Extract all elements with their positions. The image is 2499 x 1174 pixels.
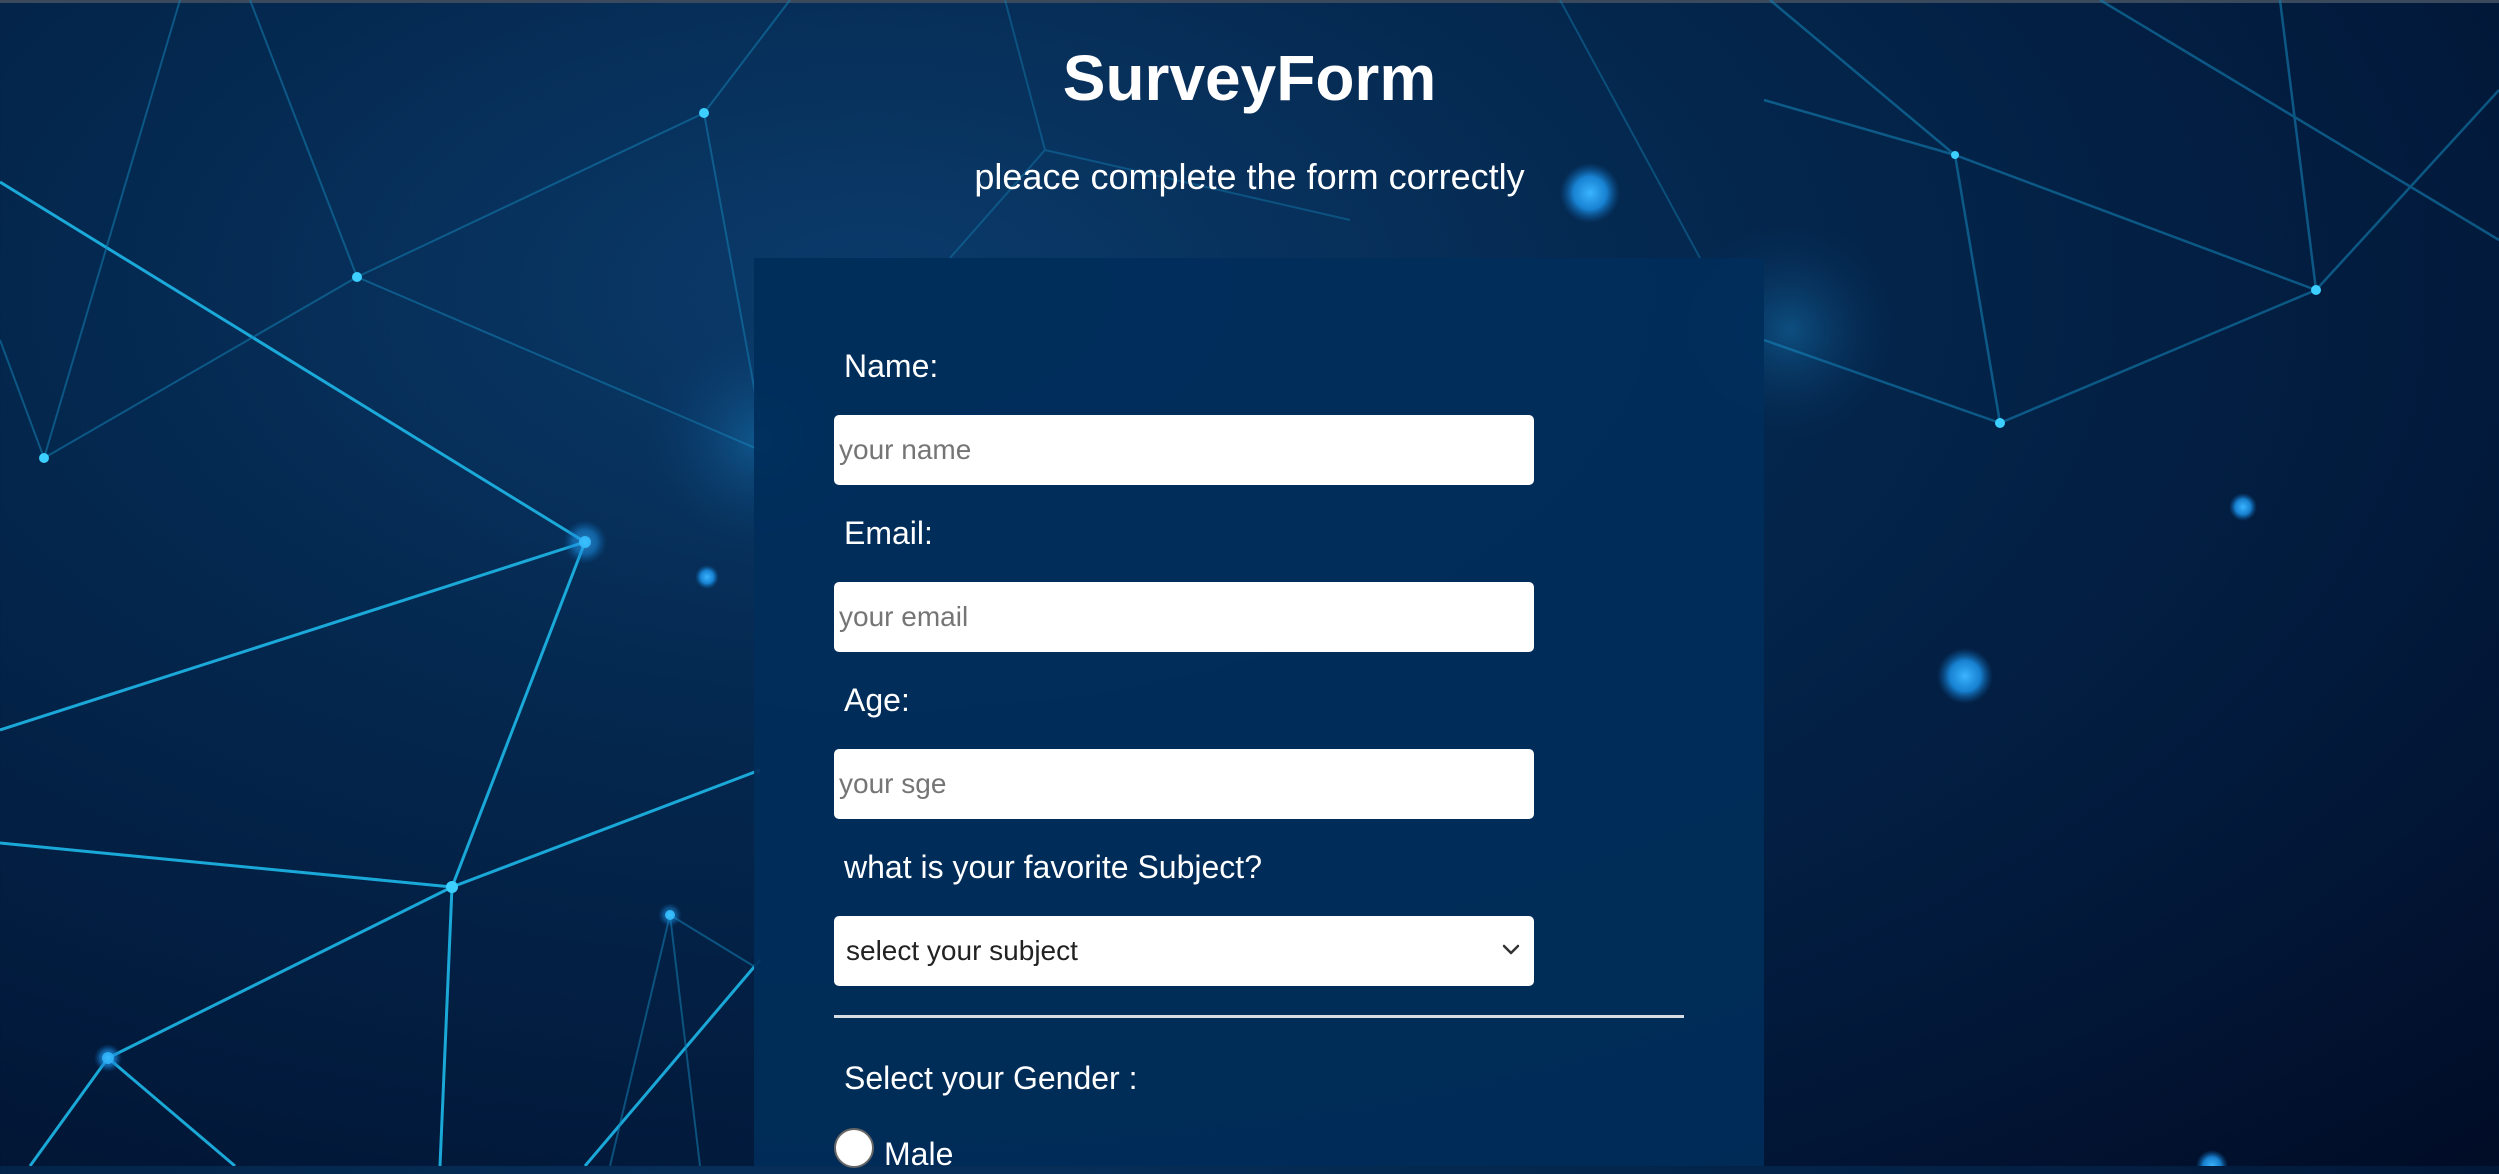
name-input[interactable] — [834, 415, 1534, 485]
subject-select-value: select your subject — [846, 935, 1078, 966]
age-input[interactable] — [834, 749, 1534, 819]
subject-label: what is your favorite Subject? — [844, 849, 1262, 885]
name-label: Name: — [844, 348, 939, 384]
subject-select[interactable]: select your subject — [834, 916, 1534, 986]
male-radio-label: Male — [884, 1136, 954, 1172]
page-title: SurveyForm — [1062, 42, 1437, 114]
survey-form: Name: Email: Age: what is your favorite … — [754, 258, 1764, 1172]
email-input[interactable] — [834, 582, 1534, 652]
age-label: Age: — [844, 682, 910, 718]
page-subtitle: pleace complete the form correctly — [974, 156, 1525, 197]
form-divider — [834, 1015, 1684, 1018]
male-radio[interactable] — [834, 1128, 874, 1168]
chevron-down-icon — [1502, 944, 1520, 955]
gender-label: Select your Gender : — [844, 1060, 1138, 1096]
email-label: Email: — [844, 515, 933, 551]
